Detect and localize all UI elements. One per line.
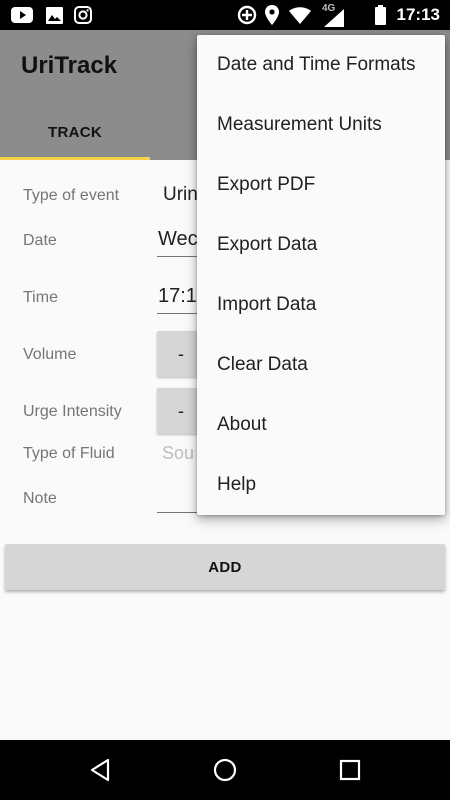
tab-label: TRACK (48, 123, 102, 141)
type-of-event-spinner[interactable]: Urin (163, 184, 198, 206)
date-field[interactable]: Wec (158, 228, 198, 251)
status-time: 17:13 (396, 5, 440, 24)
note-label: Note (23, 490, 57, 507)
type-of-fluid-label: Type of Fluid (23, 445, 115, 462)
battery-icon (373, 0, 387, 30)
urge-intensity-label: Urge Intensity (23, 403, 122, 420)
sync-icon (236, 0, 258, 30)
location-icon (263, 0, 281, 30)
menu-item-measurement-units[interactable]: Measurement Units (197, 95, 445, 155)
date-label: Date (23, 232, 57, 249)
type-of-event-label: Type of event (23, 187, 120, 204)
tab-track[interactable]: TRACK (0, 104, 150, 160)
cellular-icon (322, 6, 346, 30)
menu-item-clear-data[interactable]: Clear Data (197, 335, 445, 395)
recents-icon[interactable] (320, 740, 380, 800)
navigation-bar (0, 740, 450, 800)
menu-item-export-pdf[interactable]: Export PDF (197, 155, 445, 215)
time-field[interactable]: 17:1 (158, 285, 197, 308)
back-icon[interactable] (70, 740, 130, 800)
type-of-fluid-input[interactable]: Sou (162, 443, 194, 464)
menu-item-about[interactable]: About (197, 395, 445, 455)
photo-icon (44, 0, 64, 30)
app-title: UriTrack (21, 52, 118, 79)
time-label: Time (23, 289, 58, 306)
menu-item-date-time-formats[interactable]: Date and Time Formats (197, 35, 445, 95)
instagram-icon (72, 0, 94, 30)
tab-indicator (0, 157, 150, 160)
home-icon[interactable] (195, 740, 255, 800)
menu-item-import-data[interactable]: Import Data (197, 275, 445, 335)
volume-label: Volume (23, 346, 77, 363)
youtube-icon (10, 0, 34, 30)
overflow-menu: Date and Time Formats Measurement Units … (197, 35, 445, 515)
add-button[interactable]: ADD (5, 544, 445, 590)
menu-item-export-data[interactable]: Export Data (197, 215, 445, 275)
menu-item-help[interactable]: Help (197, 455, 445, 515)
wifi-icon (288, 0, 312, 30)
status-bar: 4G 17:13 (0, 0, 450, 30)
